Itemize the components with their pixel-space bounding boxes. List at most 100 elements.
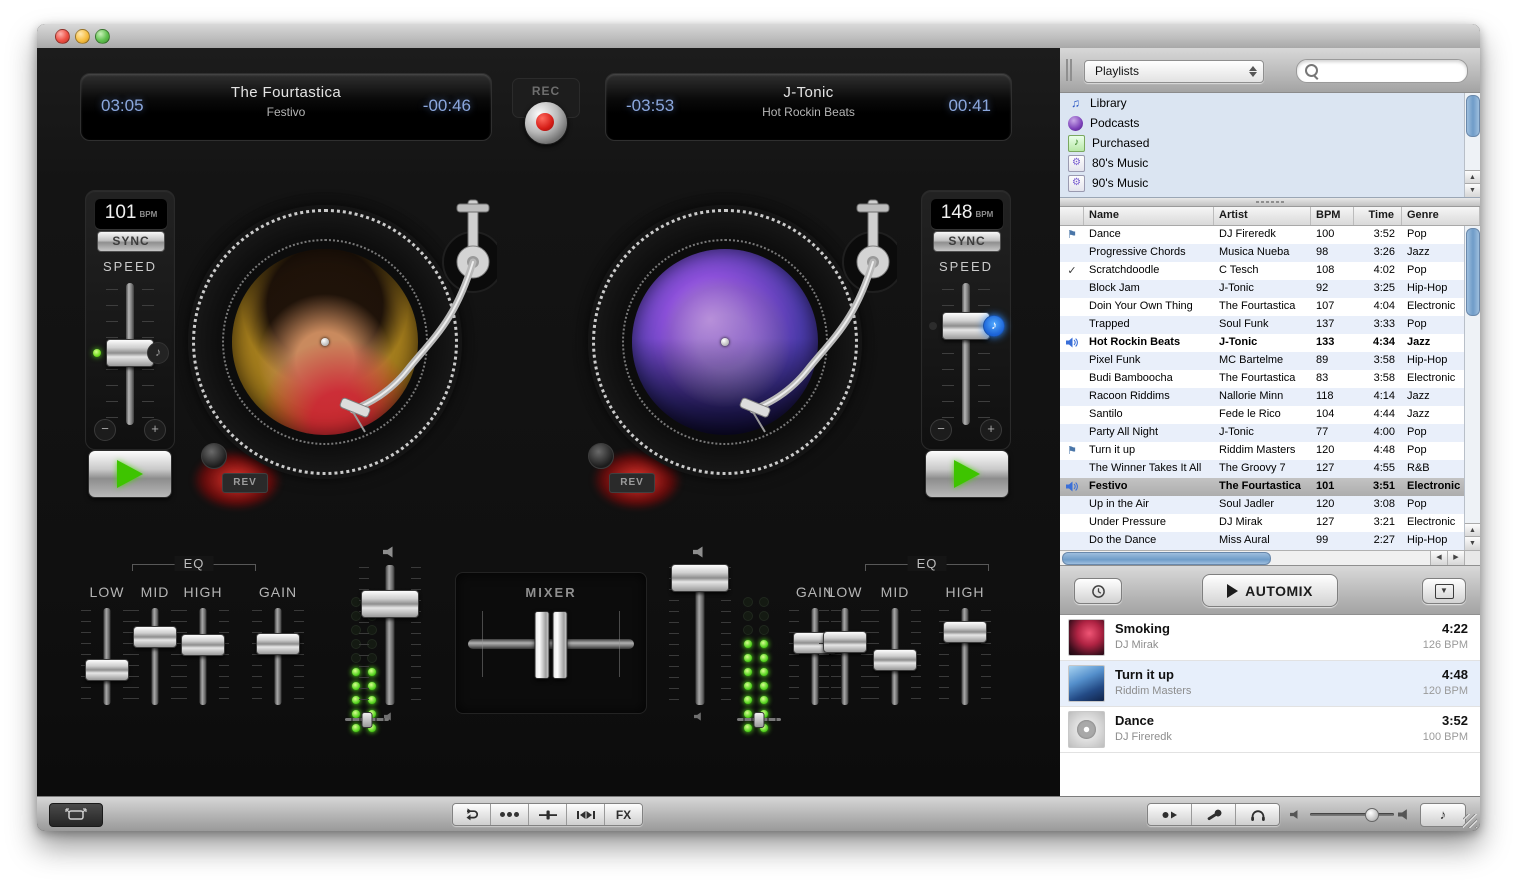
deck-right-reverse-button[interactable]: REV [609,473,655,493]
music-library-button[interactable]: ♪ [1420,803,1466,827]
eq-high-slider-right[interactable] [937,608,993,705]
volume-fader-left[interactable] [357,565,423,705]
deck-right-pitch-plus-button[interactable]: + [980,419,1002,441]
search-field[interactable] [1296,59,1468,83]
track-row[interactable]: Party All Night J-Tonic 77 4:00 Pop [1060,424,1480,442]
close-button[interactable] [55,29,70,44]
headphones-button[interactable] [1236,804,1279,825]
record-session-button[interactable] [1148,804,1192,825]
search-input[interactable] [1321,62,1455,80]
source-list-item[interactable]: ♫ Library [1060,93,1480,113]
track-row[interactable]: ⚑ Dance DJ Fireredk 100 3:52 Pop [1060,226,1480,244]
track-time: 3:26 [1354,244,1402,262]
deck-right-play-button[interactable] [925,450,1009,498]
minimize-button[interactable] [75,29,90,44]
track-row[interactable]: Block Jam J-Tonic 92 3:25 Hip-Hop [1060,280,1480,298]
panel-splitter[interactable] [1060,198,1480,207]
deck-right-keylock-button[interactable]: ♪ [983,315,1005,337]
queue-item[interactable]: Smoking DJ Mirak 4:22 126 BPM [1060,615,1480,661]
eq-low-slider-right[interactable] [817,608,873,705]
deck-left-pitch-minus-button[interactable]: − [94,419,116,441]
source-selector[interactable]: Playlists [1084,60,1264,83]
skip-button[interactable] [567,804,605,825]
scrollbar-thumb[interactable] [1062,552,1271,565]
pitch-bend-slider-right[interactable] [737,712,781,726]
title-bar[interactable] [37,24,1480,49]
deck-left-reverse-button[interactable]: REV [222,473,268,493]
deck-left-strobe-button[interactable] [201,443,227,469]
history-button[interactable] [1074,578,1122,604]
microphone-button[interactable] [1192,804,1236,825]
source-list-item[interactable]: ♪ Purchased [1060,133,1480,153]
source-scrollbar[interactable]: ▲ ▼ [1464,93,1480,197]
deck-right-sync-button[interactable]: SYNC [933,231,1001,252]
table-header[interactable]: Name Artist BPM Time Genre [1060,207,1480,226]
queue-drawer-button[interactable]: ▼ [1422,578,1466,604]
scroll-down-icon[interactable]: ▼ [1465,536,1480,550]
eq-mid-slider-right[interactable] [867,608,923,705]
track-row[interactable]: Trapped Soul Funk 137 3:33 Pop [1060,316,1480,334]
scroll-right-icon[interactable]: ▶ [1447,551,1464,565]
gain-slider-left[interactable] [250,608,306,705]
deck-left-keylock-button[interactable]: ♪ [147,342,169,364]
column-header-name[interactable]: Name [1084,207,1214,225]
track-row[interactable]: Progressive Chords Musica Nueba 98 3:26 … [1060,244,1480,262]
deck-left-sync-button[interactable]: SYNC [97,231,165,252]
crossfader[interactable] [468,639,634,649]
source-list-item[interactable]: ⚙ 90's Music [1060,173,1480,193]
scroll-left-icon[interactable]: ◀ [1430,551,1447,565]
track-row[interactable]: Budi Bamboocha The Fourtastica 83 3:58 E… [1060,370,1480,388]
track-row[interactable]: ✓ Scratchdoodle C Tesch 108 4:02 Pop [1060,262,1480,280]
deck-right-strobe-button[interactable] [588,443,614,469]
queue-item[interactable]: Turn it up Riddim Masters 4:48 120 BPM [1060,661,1480,707]
crossfader-handle[interactable] [535,611,568,679]
track-row[interactable]: Racoon Riddims Nallorie Minn 118 4:14 Ja… [1060,388,1480,406]
track-row[interactable]: Santilo Fede le Rico 104 4:44 Jazz [1060,406,1480,424]
crossfader-tool-button[interactable] [529,804,567,825]
column-header-bpm[interactable]: BPM [1311,207,1354,225]
fx-button[interactable]: FX [605,804,642,825]
scrollbar-thumb[interactable] [1466,95,1480,137]
deck-left-speed-slider[interactable]: ♪ [86,283,174,425]
column-header-time[interactable]: Time [1354,207,1402,225]
fullscreen-button[interactable] [49,803,103,827]
track-row[interactable]: Up in the Air Soul Jadler 120 3:08 Pop [1060,496,1480,514]
record-button[interactable] [524,101,568,145]
drag-grip-icon[interactable] [1066,59,1073,81]
volume-fader-right[interactable] [667,565,733,705]
cue-points-button[interactable] [491,804,529,825]
loop-button[interactable] [453,804,491,825]
volume-knob[interactable] [1365,808,1379,822]
deck-right-speed-slider[interactable]: ♪ [922,283,1010,425]
scrollbar-thumb[interactable] [1466,228,1480,316]
track-row[interactable]: Under Pressure DJ Mirak 127 3:21 Electro… [1060,514,1480,532]
pitch-bend-slider-left[interactable] [345,712,389,726]
scroll-down-icon[interactable]: ▼ [1465,183,1480,197]
track-row[interactable]: Do the Dance Miss Aural 99 2:27 Hip-Hop [1060,532,1480,550]
deck-left-pitch-plus-button[interactable]: + [144,419,166,441]
track-row[interactable]: Festivo The Fourtastica 101 3:51 Electro… [1060,478,1480,496]
column-header-genre[interactable]: Genre [1402,207,1480,225]
source-list-item[interactable]: Podcasts [1060,113,1480,133]
deck-right-pitch-minus-button[interactable]: − [930,419,952,441]
track-row[interactable]: Pixel Funk MC Bartelme 89 3:58 Hip-Hop [1060,352,1480,370]
scroll-up-icon[interactable]: ▲ [1465,523,1480,537]
track-row[interactable]: ⚑ Turn it up Riddim Masters 120 4:48 Pop [1060,442,1480,460]
automix-button[interactable]: AUTOMIX [1202,574,1338,607]
table-scrollbar[interactable]: ▲ ▼ [1464,226,1480,550]
deck-left-play-button[interactable] [88,450,172,498]
zoom-button[interactable] [95,29,110,44]
table-horizontal-scrollbar[interactable]: ◀ ▶ [1060,550,1480,565]
track-row[interactable]: The Winner Takes It All The Groovy 7 127… [1060,460,1480,478]
track-row[interactable]: Hot Rockin Beats J-Tonic 133 4:34 Jazz [1060,334,1480,352]
volume-slider[interactable] [1310,813,1394,816]
source-list-item[interactable]: ⚙ 80's Music [1060,153,1480,173]
column-header-artist[interactable]: Artist [1214,207,1311,225]
deck-right-tonearm[interactable] [737,188,897,438]
queue-item[interactable]: Dance DJ Fireredk 3:52 100 BPM [1060,707,1480,753]
resize-grip[interactable] [1463,814,1477,828]
scroll-up-icon[interactable]: ▲ [1465,170,1480,184]
eq-high-slider-left[interactable] [175,608,231,705]
track-row[interactable]: Doin Your Own Thing The Fourtastica 107 … [1060,298,1480,316]
deck-left-tonearm[interactable] [337,188,497,438]
